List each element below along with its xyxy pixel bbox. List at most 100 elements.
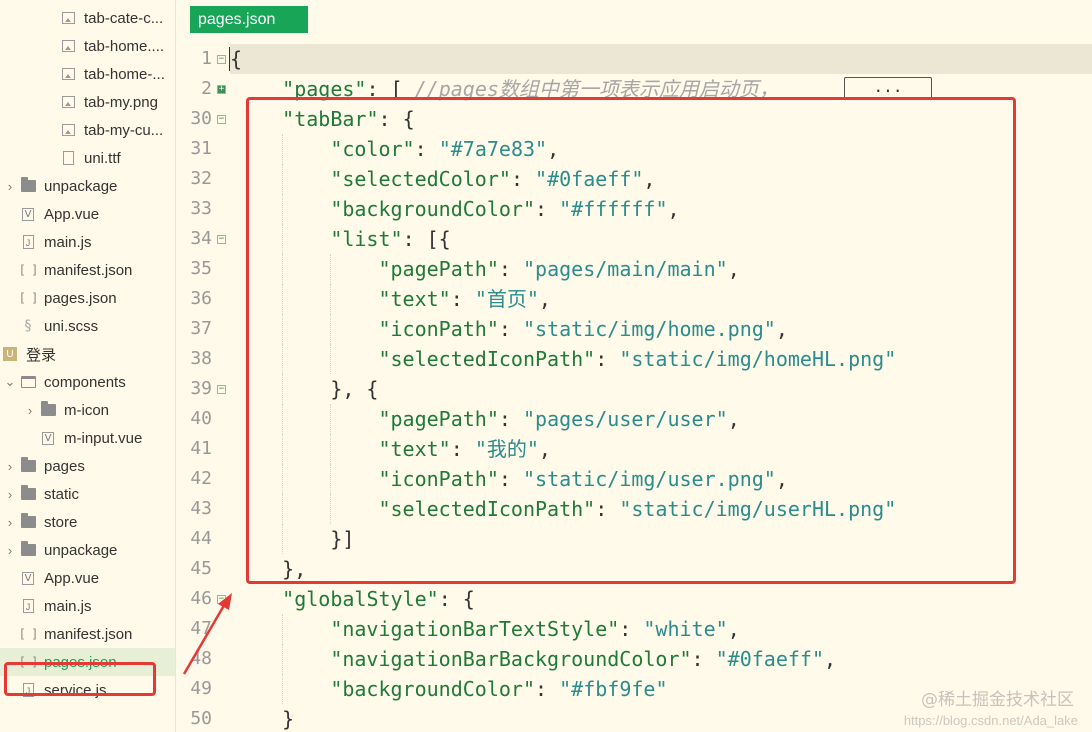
- code-token: ,: [824, 647, 837, 671]
- folder-open-icon: [20, 374, 36, 390]
- line-number: 38: [190, 348, 212, 369]
- tree-item-label: 登录: [26, 346, 57, 364]
- image-file-icon: [60, 10, 76, 26]
- chevron-icon[interactable]: ›: [4, 179, 16, 194]
- tree-item[interactable]: Vm-input.vue: [0, 424, 175, 452]
- collapse-fold-icon[interactable]: −: [217, 235, 226, 244]
- tree-item-label: main.js: [44, 597, 92, 615]
- chevron-icon[interactable]: ›: [4, 459, 16, 474]
- tab-pages-json[interactable]: pages.json: [190, 6, 308, 33]
- tree-item-label: tab-home....: [84, 37, 165, 55]
- tree-item-label: unpackage: [44, 541, 118, 559]
- tree-item-label: tab-my-cu...: [84, 121, 164, 139]
- line-number: 1: [201, 48, 212, 69]
- line-number: 35: [190, 258, 212, 279]
- tree-item-label: manifest.json: [44, 625, 133, 643]
- tree-item-label: App.vue: [44, 205, 100, 223]
- image-file-icon: [60, 94, 76, 110]
- tree-item[interactable]: [ ] manifest.json: [0, 256, 175, 284]
- tree-item[interactable]: V App.vue: [0, 564, 175, 592]
- line-number: 31: [190, 138, 212, 159]
- collapse-fold-icon[interactable]: −: [217, 55, 226, 64]
- code-token: "navigationBarTextStyle": [330, 617, 620, 641]
- tree-item[interactable]: § uni.scss: [0, 312, 175, 340]
- line-number: 34: [190, 228, 212, 249]
- line-number: 37: [190, 318, 212, 339]
- code-token: "white": [643, 617, 728, 641]
- tree-item[interactable]: V App.vue: [0, 200, 175, 228]
- code-line: "globalStyle": {: [230, 584, 1092, 614]
- tree-item-label: pages: [44, 457, 85, 475]
- project-icon: U: [2, 346, 18, 362]
- code-line: {: [230, 44, 1092, 74]
- js-file-icon: J: [20, 234, 36, 250]
- folder-icon: [20, 541, 36, 558]
- chevron-icon[interactable]: ›: [4, 515, 16, 530]
- chevron-icon[interactable]: ⌄: [4, 374, 16, 390]
- watermark: @稀土掘金技术社区: [921, 690, 1074, 710]
- line-number: 42: [190, 468, 212, 489]
- tree-item[interactable]: Jmain.js: [0, 592, 175, 620]
- tree-item[interactable]: › m-icon: [0, 396, 175, 424]
- folder-icon: [20, 513, 36, 530]
- chevron-icon[interactable]: ›: [4, 487, 16, 502]
- tree-item-label: tab-home-...: [84, 65, 165, 83]
- line-number: 50: [190, 708, 212, 729]
- tree-item[interactable]: tab-home....: [0, 32, 175, 60]
- code-token: "backgroundColor": [330, 677, 536, 701]
- code-editor[interactable]: pages.json 1−2 +30−31 32 33 34−35 36 37 38 39−40…: [176, 0, 1092, 732]
- scss-file-icon: §: [24, 318, 32, 334]
- folder-icon: [20, 457, 36, 474]
- tree-item[interactable]: › unpackage: [0, 536, 175, 564]
- code-token: "globalStyle": [282, 587, 439, 611]
- line-number: 36: [190, 288, 212, 309]
- code-token: }: [282, 707, 295, 731]
- image-file-icon: [60, 66, 76, 82]
- code-line: "navigationBarBackgroundColor": "#0faeff…: [230, 644, 1092, 674]
- tree-item[interactable]: › static: [0, 480, 175, 508]
- tree-item[interactable]: › unpackage: [0, 172, 175, 200]
- tree-item[interactable]: uni.ttf: [0, 144, 175, 172]
- vue-file-icon: V: [40, 430, 56, 446]
- highlight-box-tabbar: [246, 97, 1016, 584]
- json-file-icon: [ ]: [18, 291, 39, 305]
- tree-item-label: App.vue: [44, 569, 100, 587]
- tree-item-label: pages.json: [44, 289, 117, 307]
- indent-guide: [282, 674, 284, 704]
- tree-item[interactable]: › pages: [0, 452, 175, 480]
- js-file-icon: J: [20, 598, 36, 614]
- tree-item-label: uni.scss: [44, 317, 99, 335]
- line-number: 32: [190, 168, 212, 189]
- tree-item[interactable]: › store: [0, 508, 175, 536]
- collapse-fold-icon[interactable]: −: [217, 385, 226, 394]
- tree-item[interactable]: ⌄ components: [0, 368, 175, 396]
- line-number: 44: [190, 528, 212, 549]
- editor-tab-bar: pages.json: [176, 0, 1092, 40]
- tree-item-label: tab-my.png: [84, 93, 158, 111]
- line-number: 45: [190, 558, 212, 579]
- tree-item[interactable]: tab-my-cu...: [0, 116, 175, 144]
- line-number: 33: [190, 198, 212, 219]
- expand-fold-icon[interactable]: +: [217, 85, 226, 94]
- tree-item[interactable]: tab-cate-c...: [0, 4, 175, 32]
- text-caret: [229, 47, 230, 71]
- chevron-icon[interactable]: ›: [24, 403, 36, 418]
- file-icon: [60, 150, 76, 166]
- tree-item[interactable]: U 登录: [0, 340, 175, 368]
- line-number: 43: [190, 498, 212, 519]
- code-token: : {: [438, 587, 475, 611]
- folder-icon: [20, 177, 36, 194]
- tree-item[interactable]: tab-home-...: [0, 60, 175, 88]
- collapse-fold-icon[interactable]: −: [217, 115, 226, 124]
- tree-item[interactable]: tab-my.png: [0, 88, 175, 116]
- tree-item[interactable]: [ ] pages.json: [0, 284, 175, 312]
- line-number: 40: [190, 408, 212, 429]
- code-token: :: [535, 677, 560, 701]
- chevron-icon[interactable]: ›: [4, 543, 16, 558]
- tree-item[interactable]: [ ] manifest.json: [0, 620, 175, 648]
- image-file-icon: [60, 122, 76, 138]
- tree-item[interactable]: Jmain.js: [0, 228, 175, 256]
- json-file-icon: [ ]: [18, 263, 39, 277]
- tree-item-label: components: [44, 373, 126, 391]
- tree-item-label: m-icon: [64, 401, 110, 419]
